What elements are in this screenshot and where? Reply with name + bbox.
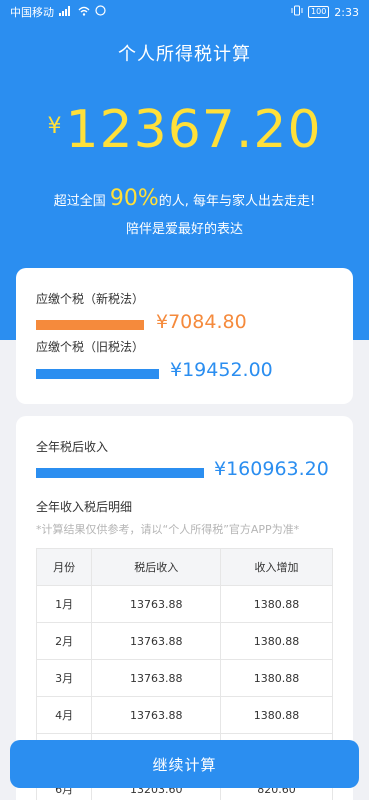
- cell-after-tax: 13763.88: [91, 622, 222, 660]
- annual-income-label: 全年税后收入: [36, 440, 109, 454]
- column-header-increase: 收入增加: [220, 548, 333, 586]
- cell-increase: 1380.88: [220, 659, 333, 697]
- column-header-after-tax: 税后收入: [91, 548, 222, 586]
- new-tax-label: 应缴个税（新税法）: [36, 292, 145, 306]
- cell-increase: 1380.88: [220, 696, 333, 734]
- disclaimer: *计算结果仅供参考，请以“个人所得税”官方APP为准*: [36, 523, 300, 536]
- cell-month: 2月: [35, 622, 93, 660]
- old-tax-value: ¥19452.00: [170, 359, 273, 381]
- table-row: 4月 13763.88 1380.88: [35, 696, 333, 734]
- clock: 2:33: [334, 5, 359, 19]
- cell-after-tax: 13763.88: [91, 696, 222, 734]
- cell-after-tax: 13763.88: [91, 585, 222, 623]
- page-title: 个人所得税计算: [118, 44, 251, 65]
- tax-compare-card: 应缴个税（新税法） ¥7084.80 应缴个税（旧税法） ¥19452.00: [16, 268, 353, 404]
- status-bar: 中国移动 100 2:33: [0, 0, 369, 24]
- detail-title: 全年收入税后明细: [36, 500, 133, 514]
- annual-income-bar: [36, 468, 204, 478]
- table-row: 2月 13763.88 1380.88: [35, 622, 333, 660]
- old-tax-label: 应缴个税（旧税法）: [36, 340, 145, 354]
- wifi-icon: [78, 6, 90, 19]
- cell-month: 3月: [35, 659, 93, 697]
- column-header-month: 月份: [35, 548, 93, 586]
- slogan-prefix: 超过全国: [53, 194, 106, 209]
- cell-increase: 1380.88: [220, 622, 333, 660]
- vibrate-icon: [291, 5, 303, 19]
- new-tax-bar: [36, 320, 144, 330]
- carrier-name: 中国移动: [10, 6, 54, 19]
- cell-increase: 1380.88: [220, 585, 333, 623]
- table-row: 3月 13763.88 1380.88: [35, 659, 333, 697]
- new-tax-value: ¥7084.80: [156, 311, 247, 333]
- tax-amount-value: 12367.20: [65, 100, 322, 160]
- slogan-percent: 90%: [109, 186, 159, 211]
- continue-calculation-button[interactable]: 继续计算: [10, 740, 359, 788]
- old-tax-bar: [36, 369, 159, 379]
- cell-after-tax: 13763.88: [91, 659, 222, 697]
- slogan-suffix: 的人, 每年与家人出去走走!: [158, 194, 316, 209]
- table-row: 1月 13763.88 1380.88: [35, 585, 333, 623]
- tax-amount: ¥12367.20: [0, 100, 369, 160]
- cell-month: 1月: [35, 585, 93, 623]
- slogan-line-1: 超过全国 90%的人, 每年与家人出去走走!: [0, 186, 369, 211]
- signal-icon: [59, 5, 73, 19]
- currency-symbol: ¥: [47, 114, 62, 139]
- cell-month: 4月: [35, 696, 93, 734]
- annual-income-value: ¥160963.20: [214, 458, 329, 480]
- battery-icon: 100: [308, 6, 330, 18]
- slogan-line-2: 陪伴是爱最好的表达: [125, 222, 243, 237]
- table-header-row: 月份 税后收入 收入增加: [35, 548, 333, 586]
- app-notification-icon: [95, 5, 106, 19]
